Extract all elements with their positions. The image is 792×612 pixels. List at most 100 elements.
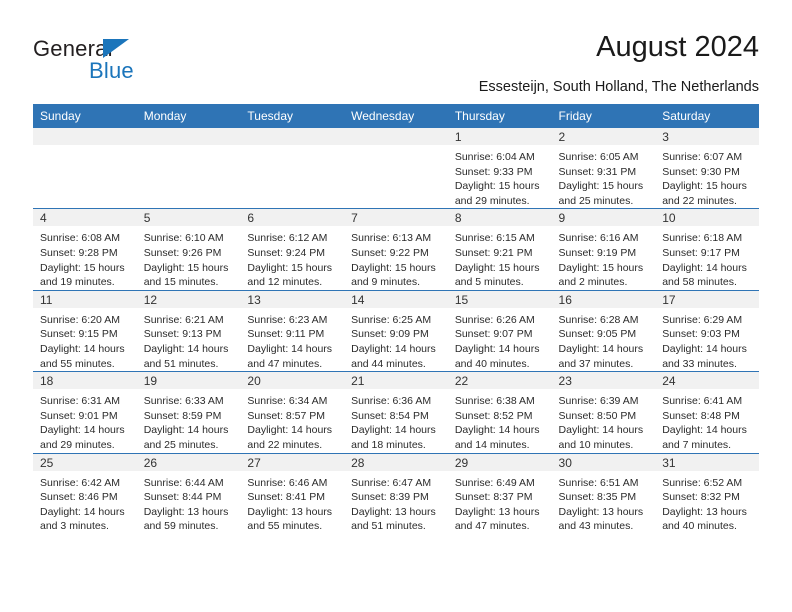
daylight-text: Daylight: 15 hours: [454, 261, 540, 274]
sunset-text: Sunset: 8:39 PM: [351, 491, 429, 504]
sunrise-text: Sunrise: 6:46 AM: [247, 476, 328, 489]
sunrise-text: Sunrise: 6:36 AM: [351, 395, 432, 408]
day-details: Sunrise: 6:47 AM Sunset: 8:39 PM Daylight:…: [344, 471, 448, 534]
sunrise-text: Sunrise: 6:47 AM: [351, 476, 432, 489]
calendar-day-cell[interactable]: 25 Sunrise: 6:42 AM Sunset: 8:46 PM Dayligh…: [33, 452, 137, 534]
daylight-text: Daylight: 14 hours: [454, 342, 540, 355]
day-details: Sunrise: 6:10 AM Sunset: 9:26 PM Daylight:…: [137, 226, 241, 289]
daylight-text: and 29 minutes.: [40, 438, 115, 451]
calendar-day-cell[interactable]: 21 Sunrise: 6:36 AM Sunset: 8:54 PM Dayligh…: [344, 371, 448, 453]
calendar-day-cell[interactable]: 6 Sunrise: 6:12 AM Sunset: 9:24 PM Daylight…: [240, 208, 345, 291]
daylight-text: Daylight: 14 hours: [454, 424, 540, 437]
calendar-day-cell[interactable]: 3 Sunrise: 6:07 AM Sunset: 9:30 PM Daylight…: [655, 128, 759, 209]
day-number: 24: [655, 372, 759, 390]
weekday-header-friday: Friday: [551, 104, 656, 128]
calendar-day-cell[interactable]: 23 Sunrise: 6:39 AM Sunset: 8:50 PM Dayligh…: [551, 371, 656, 453]
calendar-day-cell[interactable]: 11 Sunrise: 6:20 AM Sunset: 9:15 PM Dayligh…: [33, 289, 137, 372]
day-number: [344, 128, 448, 145]
daylight-text: Daylight: 14 hours: [143, 424, 229, 437]
sunrise-text: Sunrise: 6:23 AM: [247, 313, 328, 326]
daylight-text: Daylight: 14 hours: [247, 342, 333, 355]
calendar-day-cell[interactable]: 31 Sunrise: 6:52 AM Sunset: 8:32 PM Dayligh…: [655, 452, 759, 534]
sunset-text: Sunset: 9:21 PM: [454, 246, 533, 259]
day-number: 16: [551, 290, 656, 308]
calendar-day-cell[interactable]: 14 Sunrise: 6:25 AM Sunset: 9:09 PM Dayligh…: [344, 289, 448, 372]
day-details: Sunrise: 6:13 AM Sunset: 9:22 PM Daylight:…: [344, 226, 448, 289]
day-number: [136, 128, 241, 145]
calendar-day-cell[interactable]: 22 Sunrise: 6:38 AM Sunset: 8:52 PM Dayligh…: [447, 371, 552, 453]
sunrise-text: Sunrise: 6:42 AM: [40, 476, 120, 489]
calendar-day-cell[interactable]: 15 Sunrise: 6:26 AM Sunset: 9:07 PM Dayligh…: [447, 289, 552, 372]
daylight-text: Daylight: 14 hours: [40, 505, 125, 518]
calendar-day-cell[interactable]: 12 Sunrise: 6:21 AM Sunset: 9:13 PM Dayligh…: [136, 289, 241, 372]
day-details: Sunrise: 6:38 AM Sunset: 8:52 PM Daylight:…: [448, 389, 552, 452]
day-details: Sunrise: 6:07 AM Sunset: 9:30 PM Daylight:…: [655, 145, 759, 208]
daylight-text: Daylight: 14 hours: [558, 342, 644, 355]
calendar-day-cell-empty: [344, 128, 448, 209]
sunrise-text: Sunrise: 6:08 AM: [40, 232, 120, 245]
calendar-day-cell[interactable]: 4 Sunrise: 6:08 AM Sunset: 9:28 PM Daylight…: [33, 208, 137, 291]
calendar-day-cell[interactable]: 29 Sunrise: 6:49 AM Sunset: 8:37 PM Dayligh…: [447, 452, 552, 534]
daylight-text: Daylight: 14 hours: [143, 342, 229, 355]
daylight-text: and 5 minutes.: [454, 276, 524, 289]
day-number: 3: [655, 128, 759, 145]
calendar-day-cell[interactable]: 24 Sunrise: 6:41 AM Sunset: 8:48 PM Dayligh…: [655, 371, 759, 453]
day-number: 28: [344, 453, 448, 471]
daylight-text: Daylight: 14 hours: [40, 342, 125, 355]
calendar-day-cell[interactable]: 9 Sunrise: 6:16 AM Sunset: 9:19 PM Daylight…: [551, 208, 656, 291]
day-number: 21: [344, 372, 448, 390]
calendar-day-cell[interactable]: 30 Sunrise: 6:51 AM Sunset: 8:35 PM Dayligh…: [551, 452, 656, 534]
calendar-day-cell[interactable]: 8 Sunrise: 6:15 AM Sunset: 9:21 PM Daylight…: [447, 208, 552, 291]
sunrise-text: Sunrise: 6:20 AM: [40, 313, 120, 326]
calendar-day-cell[interactable]: 10 Sunrise: 6:18 AM Sunset: 9:17 PM Dayligh…: [655, 208, 759, 291]
daylight-text: and 55 minutes.: [247, 520, 323, 533]
daylight-text: Daylight: 15 hours: [351, 261, 436, 274]
daylight-text: Daylight: 13 hours: [454, 505, 540, 518]
calendar-day-cell[interactable]: 26 Sunrise: 6:44 AM Sunset: 8:44 PM Dayligh…: [136, 452, 241, 534]
daylight-text: Daylight: 14 hours: [558, 424, 644, 437]
calendar-day-cell[interactable]: 2 Sunrise: 6:05 AM Sunset: 9:31 PM Daylight…: [551, 128, 656, 209]
sunset-text: Sunset: 8:59 PM: [143, 409, 222, 422]
day-number: 11: [33, 290, 137, 308]
sunset-text: Sunset: 9:17 PM: [662, 246, 740, 259]
day-details: Sunrise: 6:12 AM Sunset: 9:24 PM Daylight:…: [240, 226, 344, 289]
sunrise-text: Sunrise: 6:26 AM: [454, 313, 535, 326]
day-details: Sunrise: 6:23 AM Sunset: 9:11 PM Daylight:…: [240, 308, 344, 371]
sunrise-text: Sunrise: 6:29 AM: [662, 313, 743, 326]
sunrise-text: Sunrise: 6:51 AM: [558, 476, 639, 489]
day-number: 30: [551, 453, 656, 471]
calendar-day-cell[interactable]: 7 Sunrise: 6:13 AM Sunset: 9:22 PM Daylight…: [344, 208, 448, 291]
sunset-text: Sunset: 9:31 PM: [558, 165, 637, 178]
calendar-day-cell[interactable]: 28 Sunrise: 6:47 AM Sunset: 8:39 PM Dayligh…: [344, 452, 448, 534]
sunset-text: Sunset: 8:37 PM: [454, 491, 533, 504]
calendar-day-cell[interactable]: 20 Sunrise: 6:34 AM Sunset: 8:57 PM Dayligh…: [240, 371, 345, 453]
calendar-day-cell[interactable]: 16 Sunrise: 6:28 AM Sunset: 9:05 PM Dayligh…: [551, 289, 656, 372]
day-details: Sunrise: 6:33 AM Sunset: 8:59 PM Daylight:…: [137, 389, 241, 452]
calendar-day-cell[interactable]: 17 Sunrise: 6:29 AM Sunset: 9:03 PM Dayligh…: [655, 289, 759, 372]
sunset-text: Sunset: 8:57 PM: [247, 409, 326, 422]
calendar-body: 1 Sunrise: 6:04 AM Sunset: 9:33 PM Daylight…: [33, 128, 759, 534]
day-number: 1: [447, 128, 552, 145]
calendar-day-cell[interactable]: 1 Sunrise: 6:04 AM Sunset: 9:33 PM Daylight…: [447, 128, 552, 209]
sunrise-text: Sunrise: 6:44 AM: [143, 476, 224, 489]
calendar-day-cell[interactable]: 13 Sunrise: 6:23 AM Sunset: 9:11 PM Dayligh…: [240, 289, 345, 372]
day-details: Sunrise: 6:20 AM Sunset: 9:15 PM Daylight:…: [33, 308, 137, 371]
day-number: 7: [344, 209, 448, 227]
day-details: Sunrise: 6:34 AM Sunset: 8:57 PM Daylight:…: [240, 389, 344, 452]
daylight-text: and 2 minutes.: [558, 276, 628, 289]
daylight-text: Daylight: 13 hours: [247, 505, 333, 518]
logo-triangle-icon: [103, 39, 129, 58]
daylight-text: Daylight: 14 hours: [662, 261, 747, 274]
calendar-day-cell[interactable]: 5 Sunrise: 6:10 AM Sunset: 9:26 PM Daylight…: [136, 208, 241, 291]
generalblue-logo[interactable]: General Blue: [33, 36, 213, 86]
calendar-day-cell[interactable]: 27 Sunrise: 6:46 AM Sunset: 8:41 PM Dayligh…: [240, 452, 345, 534]
daylight-text: and 58 minutes.: [662, 276, 737, 289]
calendar-day-cell[interactable]: 19 Sunrise: 6:33 AM Sunset: 8:59 PM Dayligh…: [136, 371, 241, 453]
sunrise-text: Sunrise: 6:13 AM: [351, 232, 432, 245]
calendar-day-cell[interactable]: 18 Sunrise: 6:31 AM Sunset: 9:01 PM Dayligh…: [33, 371, 137, 453]
daylight-text: and 44 minutes.: [351, 357, 426, 370]
weekday-header-monday: Monday: [136, 104, 241, 128]
day-details: Sunrise: 6:26 AM Sunset: 9:07 PM Daylight:…: [448, 308, 552, 371]
daylight-text: and 25 minutes.: [143, 438, 219, 451]
day-details: Sunrise: 6:39 AM Sunset: 8:50 PM Daylight:…: [552, 389, 656, 452]
